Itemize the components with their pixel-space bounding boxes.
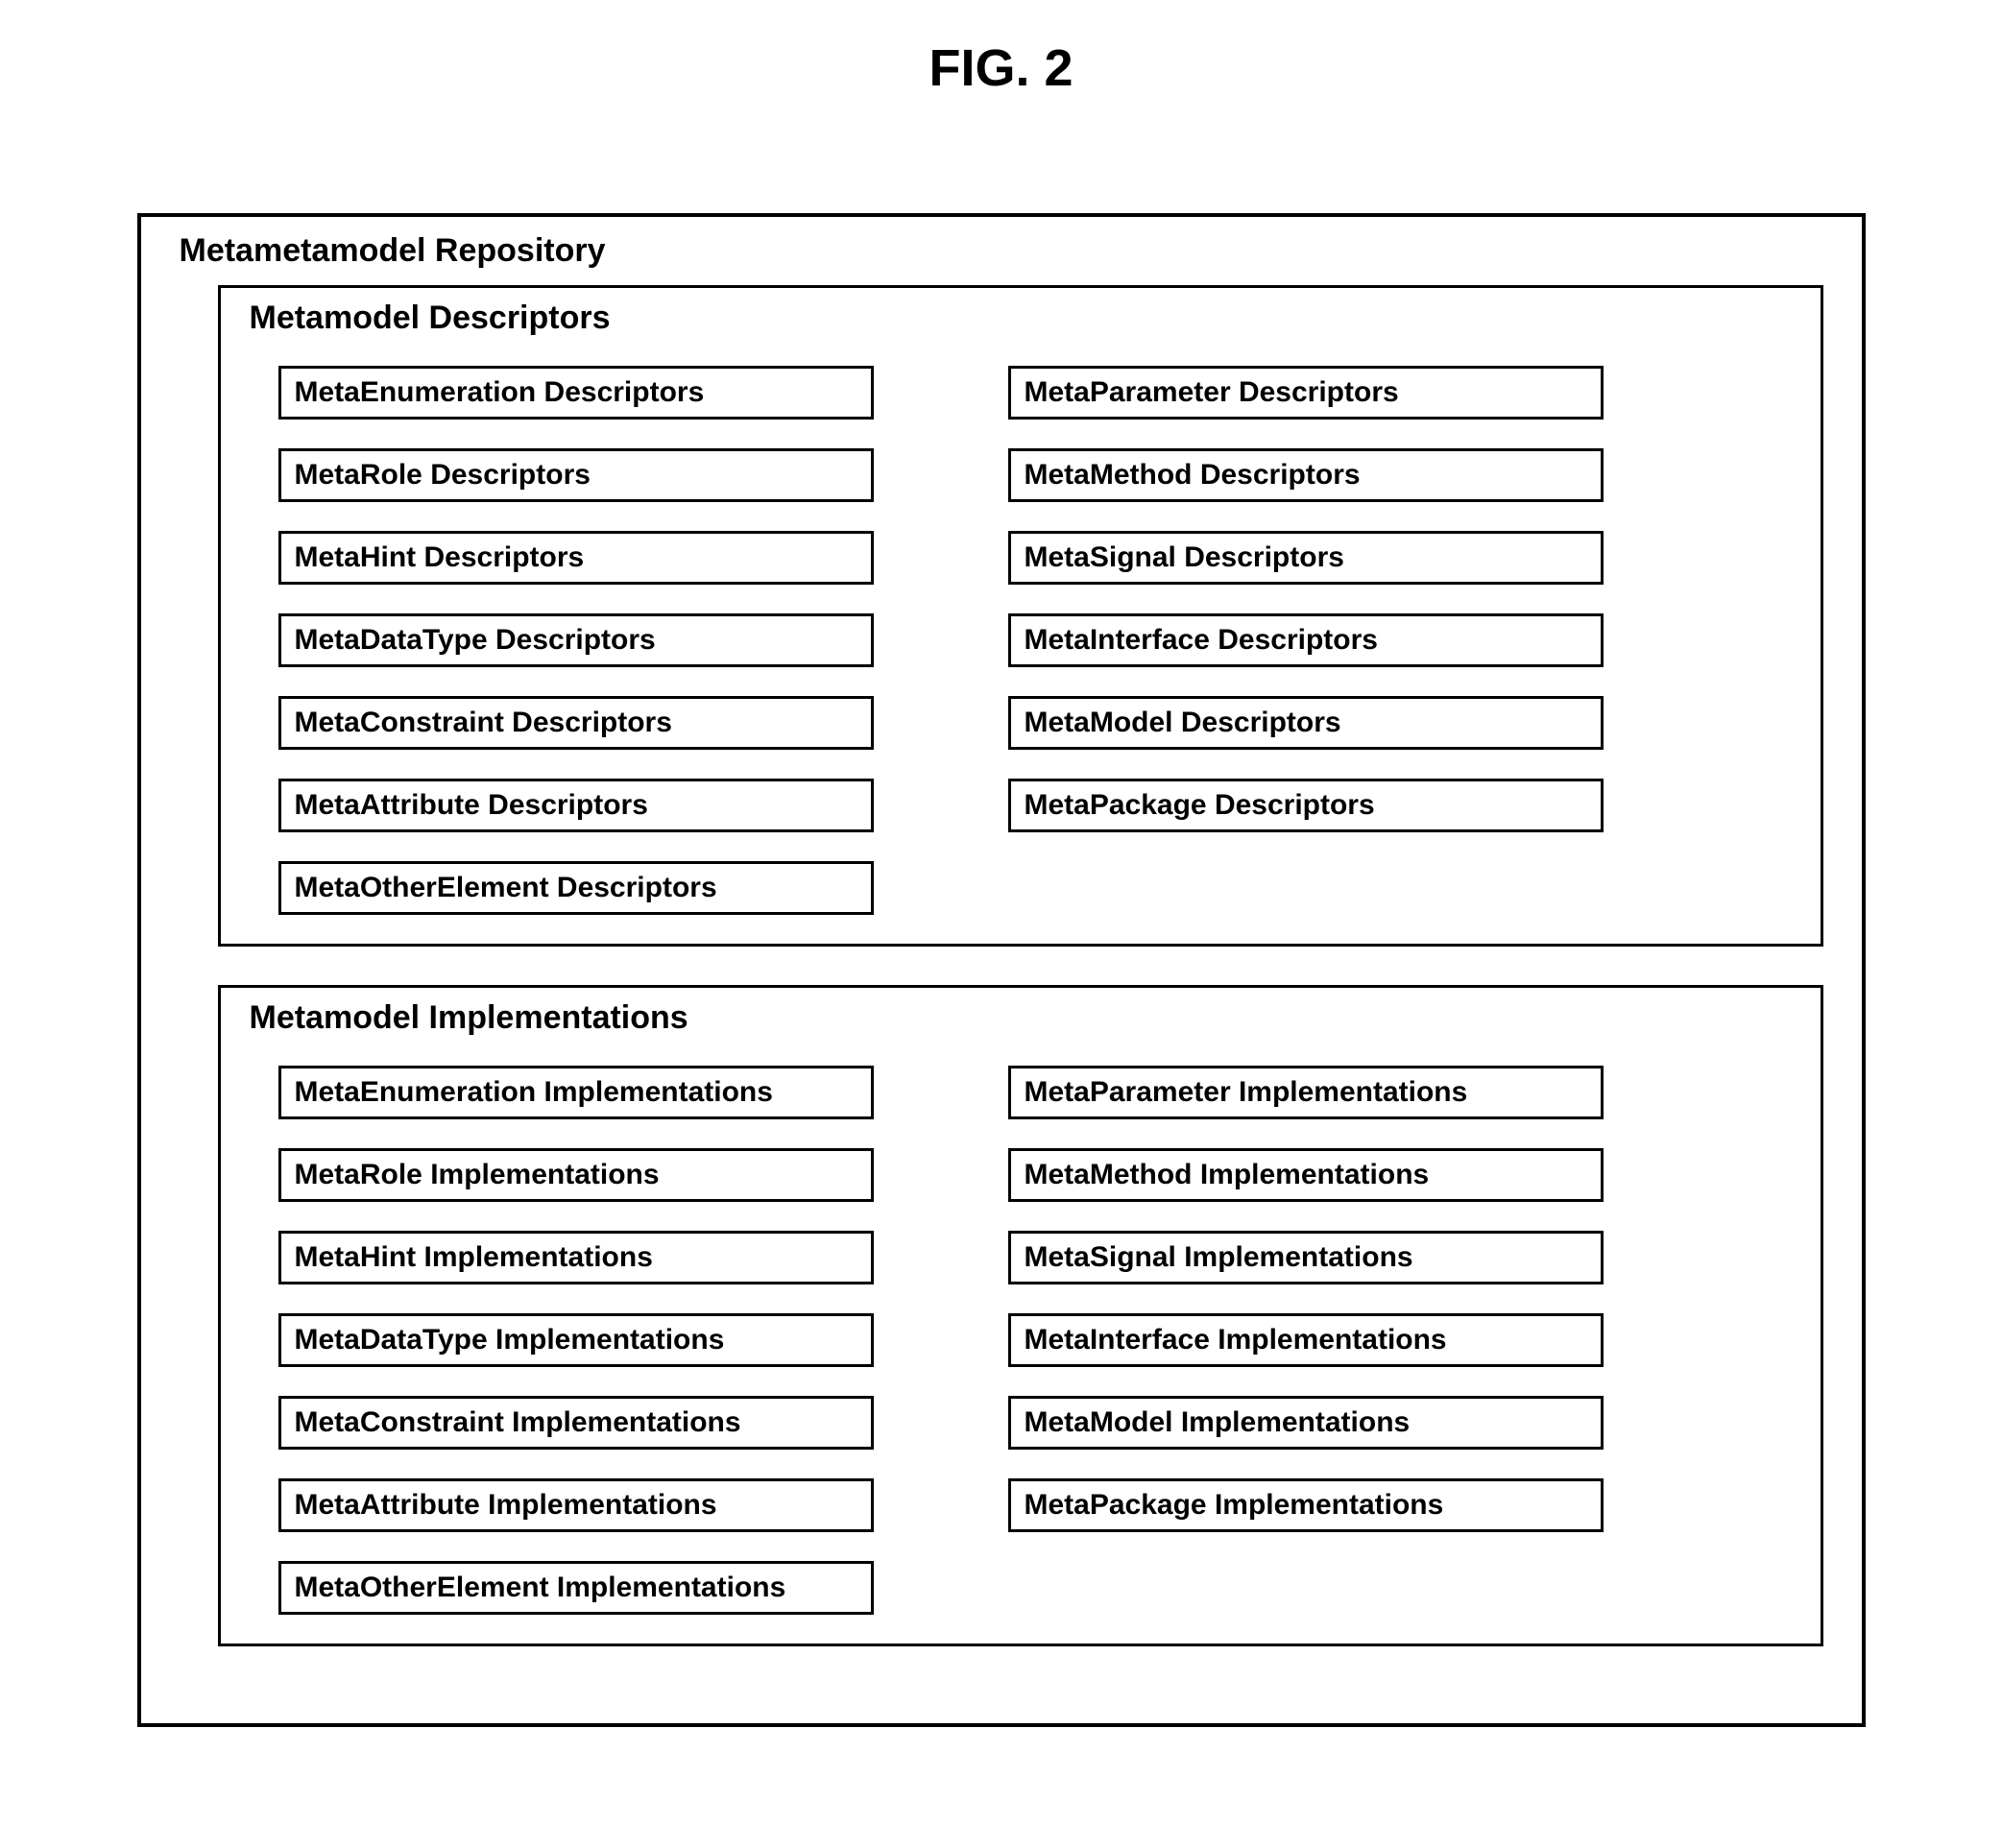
descriptors-left-column: MetaEnumeration Descriptors MetaRole Des… <box>278 366 874 915</box>
implementation-item: MetaMethod Implementations <box>1008 1148 1604 1202</box>
implementation-item: MetaDataType Implementations <box>278 1313 874 1367</box>
descriptor-item: MetaOtherElement Descriptors <box>278 861 874 915</box>
implementation-item: MetaRole Implementations <box>278 1148 874 1202</box>
implementations-left-column: MetaEnumeration Implementations MetaRole… <box>278 1066 874 1615</box>
implementation-item: MetaAttribute Implementations <box>278 1478 874 1532</box>
implementation-item: MetaSignal Implementations <box>1008 1231 1604 1284</box>
descriptor-item: MetaSignal Descriptors <box>1008 531 1604 585</box>
implementation-item: MetaPackage Implementations <box>1008 1478 1604 1532</box>
implementations-columns: MetaEnumeration Implementations MetaRole… <box>250 1066 1792 1615</box>
implementations-right-column: MetaParameter Implementations MetaMethod… <box>1008 1066 1604 1615</box>
descriptor-item: MetaPackage Descriptors <box>1008 779 1604 832</box>
implementation-item: MetaOtherElement Implementations <box>278 1561 874 1615</box>
descriptor-item: MetaRole Descriptors <box>278 448 874 502</box>
descriptors-section: Metamodel Descriptors MetaEnumeration De… <box>218 285 1823 947</box>
descriptor-item: MetaConstraint Descriptors <box>278 696 874 750</box>
descriptors-title: Metamodel Descriptors <box>250 300 1792 337</box>
implementation-item: MetaParameter Implementations <box>1008 1066 1604 1119</box>
descriptors-right-column: MetaParameter Descriptors MetaMethod Des… <box>1008 366 1604 915</box>
descriptor-item: MetaMethod Descriptors <box>1008 448 1604 502</box>
implementation-item: MetaHint Implementations <box>278 1231 874 1284</box>
repository-title: Metametamodel Repository <box>180 232 1823 270</box>
implementation-item: MetaEnumeration Implementations <box>278 1066 874 1119</box>
figure-title: FIG. 2 <box>38 38 1964 98</box>
descriptor-item: MetaDataType Descriptors <box>278 613 874 667</box>
implementations-section: Metamodel Implementations MetaEnumeratio… <box>218 985 1823 1646</box>
implementation-item: MetaConstraint Implementations <box>278 1396 874 1450</box>
descriptor-item: MetaHint Descriptors <box>278 531 874 585</box>
descriptors-columns: MetaEnumeration Descriptors MetaRole Des… <box>250 366 1792 915</box>
repository-box: Metametamodel Repository Metamodel Descr… <box>137 213 1866 1727</box>
descriptor-item: MetaParameter Descriptors <box>1008 366 1604 420</box>
descriptor-item: MetaAttribute Descriptors <box>278 779 874 832</box>
descriptor-item: MetaInterface Descriptors <box>1008 613 1604 667</box>
implementation-item: MetaInterface Implementations <box>1008 1313 1604 1367</box>
implementation-item: MetaModel Implementations <box>1008 1396 1604 1450</box>
descriptor-item: MetaEnumeration Descriptors <box>278 366 874 420</box>
implementations-title: Metamodel Implementations <box>250 999 1792 1037</box>
descriptor-item: MetaModel Descriptors <box>1008 696 1604 750</box>
